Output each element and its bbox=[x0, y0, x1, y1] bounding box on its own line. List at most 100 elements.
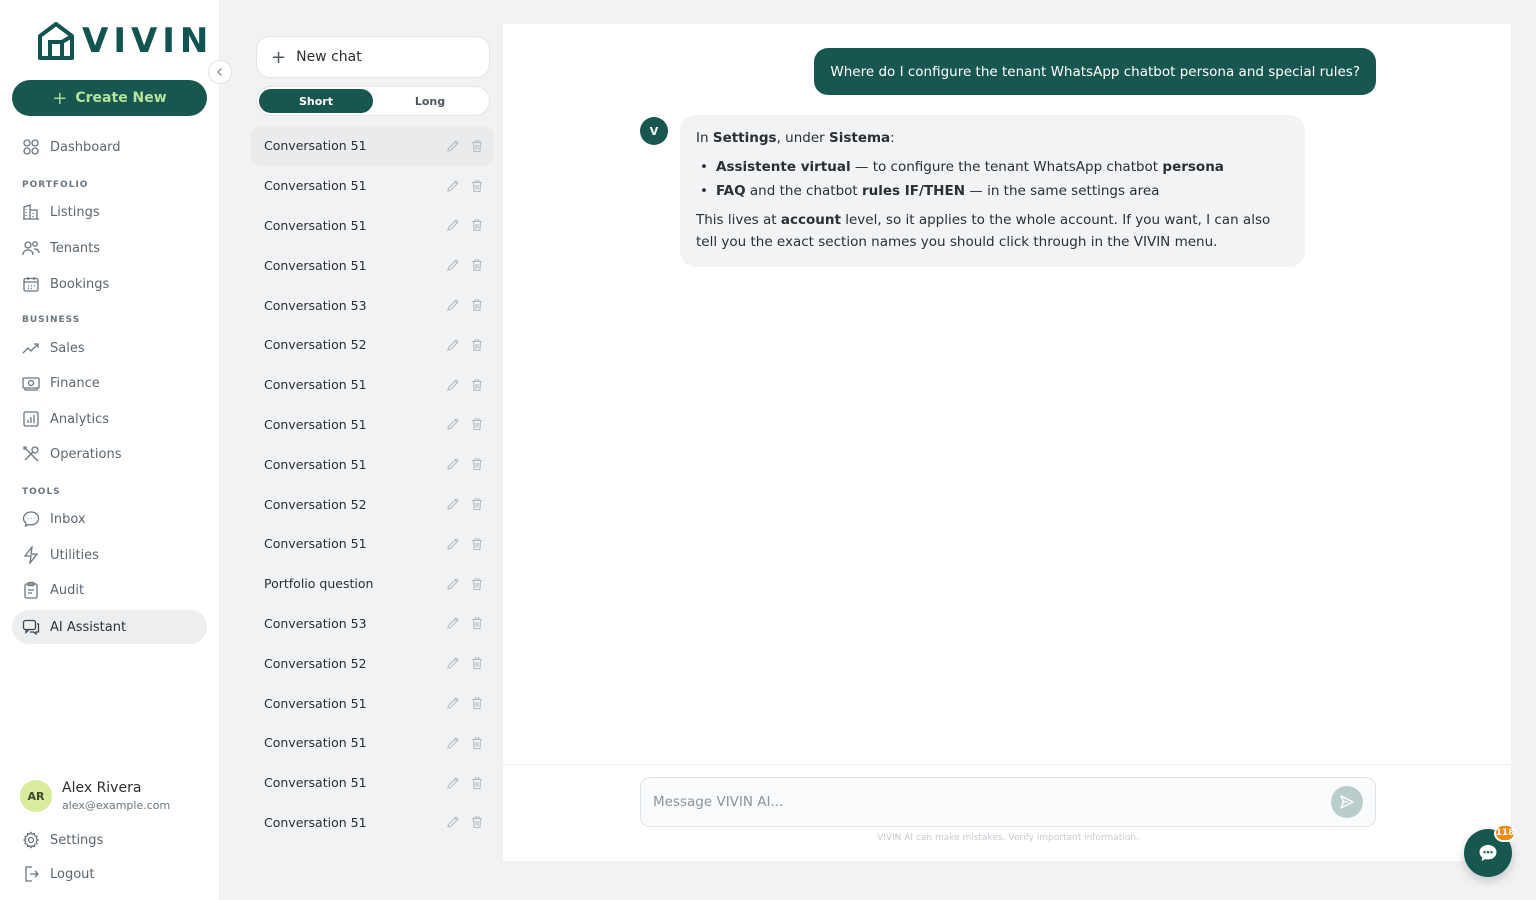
user-profile[interactable]: AR Alex Rivera alex@example.com bbox=[20, 780, 170, 812]
user-email: alex@example.com bbox=[62, 799, 171, 812]
create-new-button[interactable]: + Create New bbox=[12, 80, 207, 116]
edit-icon[interactable] bbox=[446, 139, 460, 153]
conversation-item[interactable]: Conversation 51 bbox=[251, 365, 494, 405]
conversation-item[interactable]: Conversation 51 bbox=[251, 683, 494, 723]
trash-icon[interactable] bbox=[470, 616, 484, 630]
trash-icon[interactable] bbox=[470, 338, 484, 352]
sidebar-item-bookings[interactable]: Bookings bbox=[12, 267, 207, 301]
edit-icon[interactable] bbox=[446, 179, 460, 193]
trash-icon[interactable] bbox=[470, 497, 484, 511]
trash-icon[interactable] bbox=[470, 457, 484, 471]
edit-icon[interactable] bbox=[446, 298, 460, 312]
trash-icon[interactable] bbox=[470, 218, 484, 232]
conversation-item[interactable]: Conversation 53 bbox=[251, 604, 494, 644]
trash-icon[interactable] bbox=[470, 577, 484, 591]
sidebar-item-operations[interactable]: Operations bbox=[12, 437, 207, 471]
conversation-item[interactable]: Conversation 51 bbox=[251, 166, 494, 206]
brand-name: VIVIN bbox=[82, 21, 214, 61]
trash-icon[interactable] bbox=[470, 298, 484, 312]
conversation-item[interactable]: Conversation 51 bbox=[251, 206, 494, 246]
ai-chat-icon bbox=[22, 619, 40, 636]
edit-icon[interactable] bbox=[446, 577, 460, 591]
conversation-item[interactable]: Conversation 51 bbox=[251, 763, 494, 803]
trash-icon[interactable] bbox=[470, 696, 484, 710]
logout-icon bbox=[25, 866, 39, 882]
user-message: Where do I configure the tenant WhatsApp… bbox=[814, 48, 1376, 95]
conversation-item[interactable]: Conversation 52 bbox=[251, 643, 494, 683]
conversation-item[interactable]: Conversation 52 bbox=[251, 325, 494, 365]
edit-icon[interactable] bbox=[446, 497, 460, 511]
tools-icon bbox=[23, 446, 39, 462]
plus-icon: + bbox=[52, 87, 68, 109]
toggle-short[interactable]: Short bbox=[259, 89, 373, 113]
new-chat-button[interactable]: + New chat bbox=[256, 36, 490, 78]
send-button[interactable] bbox=[1331, 786, 1363, 818]
length-toggle: Short Long bbox=[256, 86, 490, 116]
sidebar-item-label: Utilities bbox=[50, 547, 99, 563]
chat-area: Where do I configure the tenant WhatsApp… bbox=[503, 24, 1511, 861]
edit-icon[interactable] bbox=[446, 736, 460, 750]
sidebar-item-listings[interactable]: Listings bbox=[12, 195, 207, 229]
trash-icon[interactable] bbox=[470, 537, 484, 551]
edit-icon[interactable] bbox=[446, 537, 460, 551]
chat-bubble-icon bbox=[1479, 845, 1497, 861]
conversation-item[interactable]: Conversation 51 bbox=[251, 245, 494, 285]
edit-icon[interactable] bbox=[446, 457, 460, 471]
conversation-item[interactable]: Portfolio question bbox=[251, 564, 494, 604]
conversation-title: Conversation 51 bbox=[264, 416, 367, 432]
cash-icon bbox=[22, 377, 40, 391]
sidebar-item-ai-assistant[interactable]: AI Assistant bbox=[12, 610, 207, 644]
trash-icon[interactable] bbox=[470, 776, 484, 790]
conversation-item[interactable]: Conversation 51 bbox=[251, 723, 494, 763]
brand-logo[interactable]: VIVIN bbox=[36, 20, 213, 62]
trash-icon[interactable] bbox=[470, 417, 484, 431]
conversation-panel: + New chat Short Long Conversation 51 Con… bbox=[220, 0, 503, 900]
settings-button[interactable]: Settings bbox=[12, 823, 207, 857]
disclaimer: VIVIN AI can make mistakes. Verify impor… bbox=[877, 833, 1139, 843]
edit-icon[interactable] bbox=[446, 218, 460, 232]
trash-icon[interactable] bbox=[470, 378, 484, 392]
conversation-item[interactable]: Conversation 51 bbox=[251, 405, 494, 445]
conversation-title: Conversation 53 bbox=[264, 297, 367, 313]
edit-icon[interactable] bbox=[446, 616, 460, 630]
message-input[interactable] bbox=[653, 794, 1331, 810]
conversation-item[interactable]: Conversation 51 bbox=[251, 524, 494, 564]
conversation-item[interactable]: Conversation 51 bbox=[251, 126, 494, 166]
sidebar-item-tenants[interactable]: Tenants bbox=[12, 231, 207, 265]
sidebar-item-utilities[interactable]: Utilities bbox=[12, 538, 207, 572]
calendar-icon bbox=[23, 277, 39, 292]
edit-icon[interactable] bbox=[446, 417, 460, 431]
sidebar-item-finance[interactable]: Finance bbox=[12, 366, 207, 400]
user-name: Alex Rivera bbox=[62, 780, 142, 796]
sidebar-item-audit[interactable]: Audit bbox=[12, 573, 207, 607]
sidebar-item-dashboard[interactable]: Dashboard bbox=[12, 130, 207, 164]
trash-icon[interactable] bbox=[470, 736, 484, 750]
edit-icon[interactable] bbox=[446, 815, 460, 829]
edit-icon[interactable] bbox=[446, 656, 460, 670]
trash-icon[interactable] bbox=[470, 179, 484, 193]
trash-icon[interactable] bbox=[470, 258, 484, 272]
trash-icon[interactable] bbox=[470, 139, 484, 153]
trash-icon[interactable] bbox=[470, 656, 484, 670]
message-composer bbox=[640, 777, 1376, 827]
edit-icon[interactable] bbox=[446, 696, 460, 710]
logout-button[interactable]: Logout bbox=[12, 857, 207, 891]
sidebar-item-sales[interactable]: Sales bbox=[12, 331, 207, 365]
edit-icon[interactable] bbox=[446, 258, 460, 272]
conversation-title: Conversation 51 bbox=[264, 536, 367, 552]
trash-icon[interactable] bbox=[470, 815, 484, 829]
conversation-item[interactable]: Conversation 52 bbox=[251, 484, 494, 524]
conversation-title: Conversation 51 bbox=[264, 138, 367, 154]
sidebar-item-inbox[interactable]: Inbox bbox=[12, 502, 207, 536]
chat-icon bbox=[22, 511, 40, 528]
collapse-sidebar-button[interactable] bbox=[208, 60, 232, 84]
conversation-item[interactable]: Conversation 51 bbox=[251, 444, 494, 484]
edit-icon[interactable] bbox=[446, 378, 460, 392]
edit-icon[interactable] bbox=[446, 776, 460, 790]
conversation-item[interactable]: Conversation 51 bbox=[251, 803, 494, 843]
chart-icon bbox=[23, 411, 39, 427]
conversation-item[interactable]: Conversation 53 bbox=[251, 285, 494, 325]
edit-icon[interactable] bbox=[446, 338, 460, 352]
sidebar-item-analytics[interactable]: Analytics bbox=[12, 402, 207, 436]
toggle-long[interactable]: Long bbox=[373, 89, 487, 113]
